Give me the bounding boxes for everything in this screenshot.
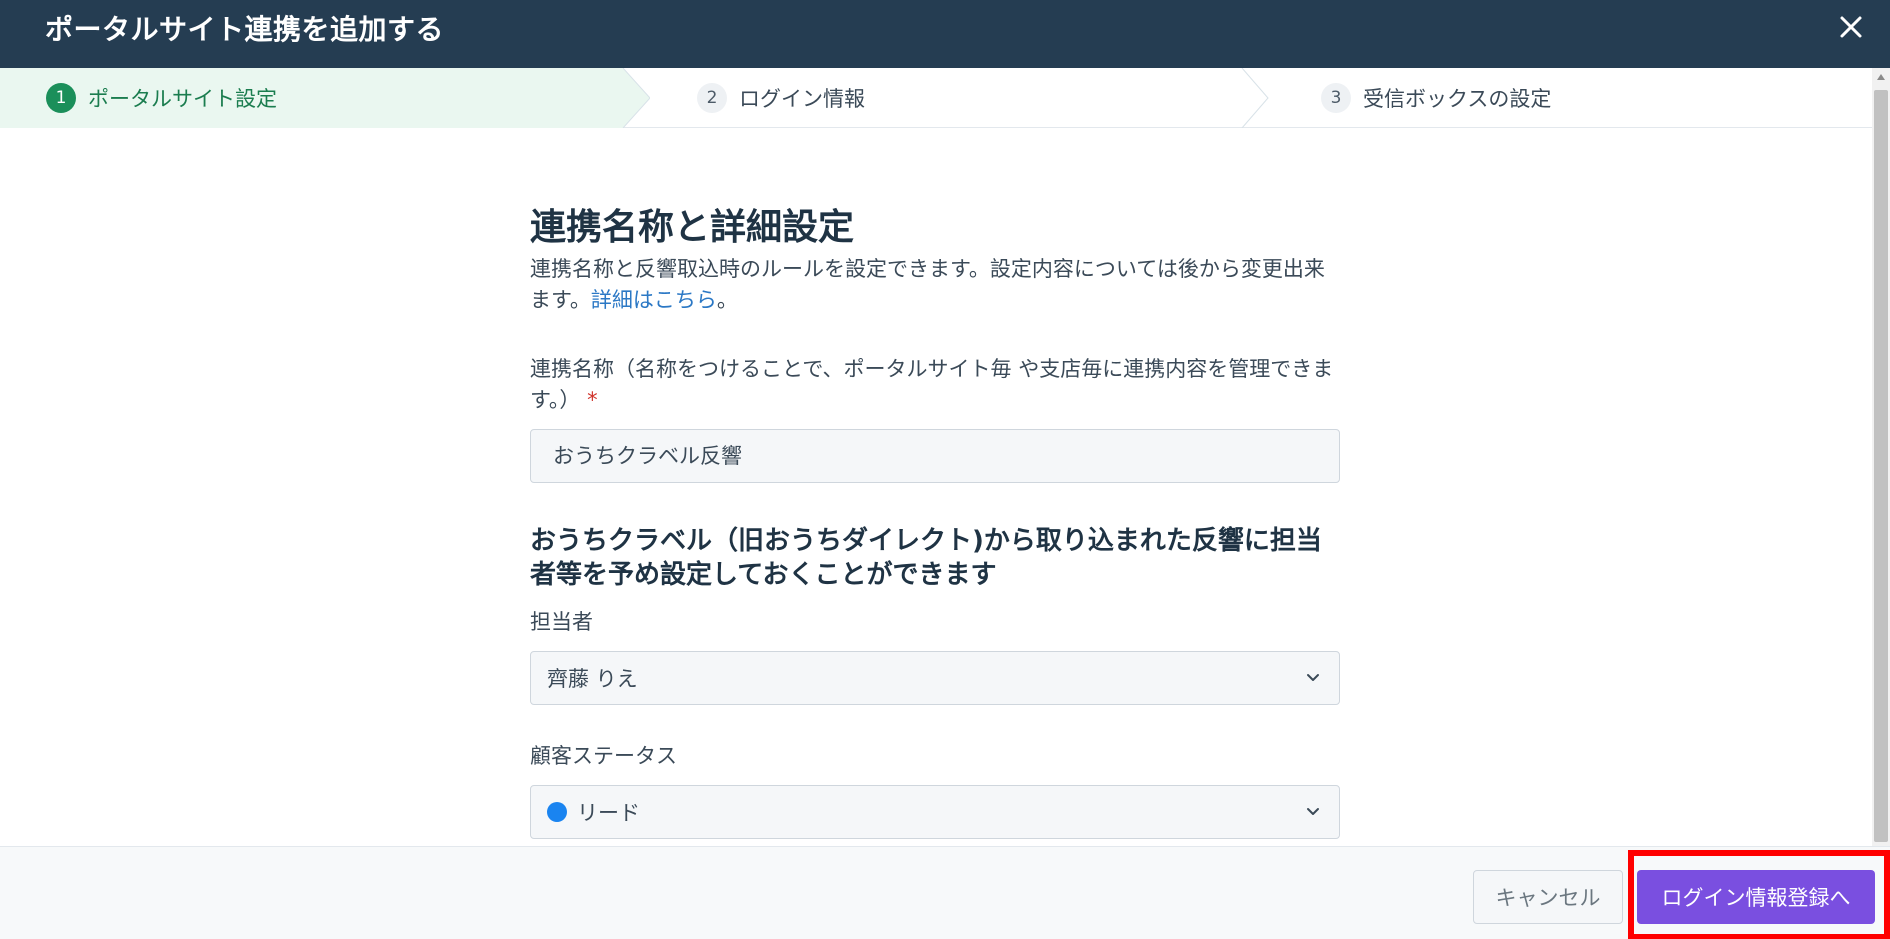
step-label: ポータルサイト設定 bbox=[88, 87, 277, 111]
description-end: 。 bbox=[716, 288, 738, 312]
cancel-button[interactable]: キャンセル bbox=[1473, 870, 1623, 924]
details-link[interactable]: 詳細はこちら bbox=[591, 288, 717, 312]
step-divider bbox=[1241, 68, 1269, 128]
modal-title: ポータルサイト連携を追加する bbox=[45, 13, 445, 46]
assignee-label: 担当者 bbox=[530, 610, 593, 634]
step-number: 2 bbox=[697, 83, 727, 113]
modal-header: ポータルサイト連携を追加する bbox=[0, 0, 1890, 68]
login-info-next-button[interactable]: ログイン情報登録へ bbox=[1637, 870, 1875, 924]
name-input[interactable]: おうちクラベル反響 bbox=[530, 429, 1340, 483]
chevron-down-icon bbox=[1307, 674, 1319, 681]
modal-footer: キャンセル ログイン情報登録へ bbox=[0, 846, 1890, 939]
section-description: 連携名称と反響取込時のルールを設定できます。設定内容については後から変更出来ます… bbox=[530, 254, 1340, 316]
step-1[interactable]: 1 ポータルサイト設定 bbox=[46, 68, 277, 128]
chevron-down-icon bbox=[1307, 808, 1319, 815]
customer-status-label: 顧客ステータス bbox=[530, 744, 677, 768]
customer-status-value: リード bbox=[577, 801, 640, 825]
required-mark: * bbox=[587, 388, 598, 412]
assignee-value: 齊藤 りえ bbox=[547, 667, 638, 691]
step-number: 1 bbox=[46, 83, 76, 113]
assignee-select[interactable]: 齊藤 りえ bbox=[530, 651, 1340, 705]
close-icon[interactable] bbox=[1834, 10, 1868, 44]
step-2[interactable]: 2 ログイン情報 bbox=[697, 68, 865, 128]
status-dot-icon bbox=[547, 802, 567, 822]
scrollbar[interactable] bbox=[1872, 68, 1890, 846]
step-3[interactable]: 3 受信ボックスの設定 bbox=[1321, 68, 1551, 128]
scroll-thumb[interactable] bbox=[1874, 90, 1888, 842]
step-number: 3 bbox=[1321, 83, 1351, 113]
scroll-up-arrow-icon[interactable] bbox=[1872, 68, 1890, 86]
name-field-label: 連携名称（名称をつけることで、ポータルサイト毎 や支店毎に連携内容を管理できます… bbox=[530, 354, 1340, 416]
name-label-text: 連携名称（名称をつけることで、ポータルサイト毎 や支店毎に連携内容を管理できます… bbox=[530, 357, 1334, 412]
subsection-title: おうちクラベル（旧おうちダイレクト)から取り込まれた反響に担当者等を予め設定して… bbox=[530, 526, 1322, 590]
step-label: 受信ボックスの設定 bbox=[1363, 87, 1552, 111]
stepper: 1 ポータルサイト設定 2 ログイン情報 3 受信ボックスの設定 bbox=[0, 68, 1872, 128]
customer-status-select[interactable]: リード bbox=[530, 785, 1340, 839]
step-label: ログイン情報 bbox=[739, 87, 865, 111]
modal: ポータルサイト連携を追加する 1 ポータルサイト設定 2 ログイン情報 3 受信… bbox=[0, 0, 1890, 939]
section-title: 連携名称と詳細設定 bbox=[530, 207, 855, 248]
